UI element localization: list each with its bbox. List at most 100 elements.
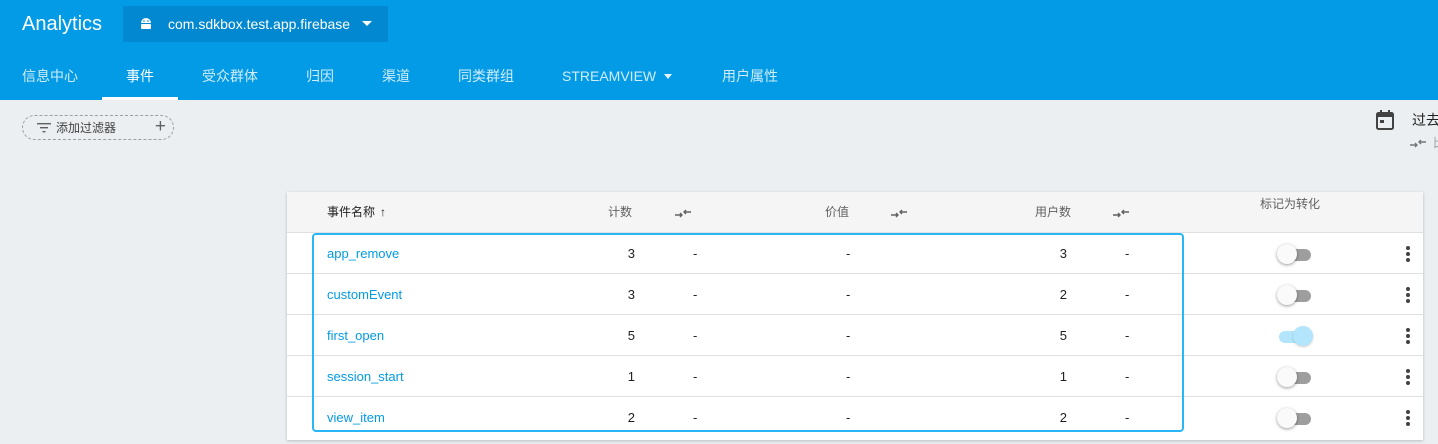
- more-vert-icon[interactable]: [1403, 287, 1413, 305]
- more-dot: [1406, 375, 1410, 379]
- event-name-link[interactable]: session_start: [327, 356, 404, 397]
- tab-user-properties[interactable]: 用户属性: [722, 52, 778, 100]
- add-filter-label: 添加过滤器: [56, 121, 117, 135]
- more-dot: [1406, 258, 1410, 262]
- compare-icon: [1113, 206, 1129, 224]
- active-tab-indicator: [102, 97, 178, 100]
- app-selector-label: com.sdkbox.test.app.firebase: [168, 16, 351, 32]
- compare-icon: [675, 206, 691, 224]
- event-users-compare: -: [1125, 328, 1130, 343]
- more-dot: [1406, 287, 1410, 291]
- event-users: 1: [1059, 369, 1067, 384]
- more-vert-icon[interactable]: [1403, 246, 1413, 264]
- dropdown-caret-icon: [362, 21, 372, 26]
- tab-streamview[interactable]: STREAMVIEW: [562, 52, 673, 100]
- event-users: 2: [1059, 287, 1067, 302]
- event-count: 3: [627, 287, 635, 302]
- event-name-link[interactable]: customEvent: [327, 274, 402, 315]
- column-header-value[interactable]: 价值: [825, 192, 849, 233]
- table-header: 事件名称 ↑ 计数 价值 用户数 标记为转化: [287, 192, 1423, 233]
- event-users-compare: -: [1125, 246, 1130, 261]
- more-dot: [1406, 340, 1410, 344]
- event-users: 3: [1059, 246, 1067, 261]
- event-name-link[interactable]: first_open: [327, 315, 384, 356]
- tab-audiences[interactable]: 受众群体: [202, 52, 258, 100]
- event-value: -: [846, 410, 851, 425]
- event-value: -: [846, 328, 851, 343]
- conversion-toggle[interactable]: [1277, 285, 1313, 305]
- more-dot: [1406, 252, 1410, 256]
- event-count-compare: -: [693, 328, 698, 343]
- tab-attribution[interactable]: 归因: [306, 52, 334, 100]
- event-value: -: [846, 287, 851, 302]
- table-row: customEvent 3 - - 2 -: [287, 274, 1423, 315]
- event-count-compare: -: [693, 369, 698, 384]
- event-count-compare: -: [693, 246, 698, 261]
- calendar-icon: [1376, 110, 1394, 135]
- toggle-knob: [1277, 408, 1297, 428]
- event-count-compare: -: [693, 287, 698, 302]
- dropdown-caret-icon: [664, 74, 673, 79]
- compare-icon: [1410, 136, 1426, 152]
- event-users-compare: -: [1125, 287, 1130, 302]
- tab-streamview-label: STREAMVIEW: [562, 68, 657, 84]
- column-header-conversion: 标记为转化: [1260, 197, 1321, 211]
- events-table: 事件名称 ↑ 计数 价值 用户数 标记为转化 app_remove 3 - - 3…: [287, 192, 1423, 440]
- event-count-compare: -: [693, 410, 698, 425]
- more-dot: [1406, 381, 1410, 385]
- event-value: -: [846, 369, 851, 384]
- table-row: session_start 1 - - 1 -: [287, 356, 1423, 397]
- more-vert-icon[interactable]: [1403, 328, 1413, 346]
- event-users-compare: -: [1125, 410, 1130, 425]
- column-header-event-name-label: 事件名称: [327, 205, 376, 219]
- android-icon: [139, 17, 161, 31]
- more-dot: [1406, 369, 1410, 373]
- event-users-compare: -: [1125, 369, 1130, 384]
- tab-cohorts[interactable]: 同类群组: [458, 52, 514, 100]
- column-header-users[interactable]: 用户数: [1035, 192, 1071, 233]
- more-vert-icon[interactable]: [1403, 410, 1413, 428]
- event-users: 5: [1059, 328, 1067, 343]
- more-dot: [1406, 422, 1410, 426]
- more-dot: [1406, 334, 1410, 338]
- event-count: 1: [627, 369, 635, 384]
- app-selector[interactable]: com.sdkbox.test.app.firebase: [123, 6, 388, 42]
- brand-title: Analytics: [22, 13, 103, 35]
- event-count: 2: [627, 410, 635, 425]
- date-range-label: 过去: [1412, 112, 1438, 128]
- more-dot: [1406, 246, 1410, 250]
- conversion-toggle[interactable]: [1277, 326, 1313, 346]
- top-app-bar: Analytics com.sdkbox.test.app.firebase 信…: [0, 0, 1438, 100]
- compare-icon: [891, 206, 907, 224]
- tab-events[interactable]: 事件: [126, 52, 154, 100]
- table-row: first_open 5 - - 5 -: [287, 315, 1423, 356]
- event-name-link[interactable]: view_item: [327, 397, 385, 438]
- plus-icon: +: [154, 116, 166, 137]
- date-range-selector[interactable]: 过去 比: [1376, 110, 1438, 152]
- conversion-toggle[interactable]: [1277, 244, 1313, 264]
- column-header-event-name[interactable]: 事件名称 ↑: [327, 192, 386, 233]
- table-row: view_item 2 - - 2 -: [287, 397, 1423, 438]
- nav-tabs: 信息中心 事件 受众群体 归因 渠道 同类群组 STREAMVIEW 用户属性: [0, 52, 1438, 100]
- more-dot: [1406, 328, 1410, 332]
- event-count: 5: [627, 328, 635, 343]
- event-users: 2: [1059, 410, 1067, 425]
- add-filter-button[interactable]: 添加过滤器 +: [22, 115, 174, 140]
- event-value: -: [846, 246, 851, 261]
- more-vert-icon[interactable]: [1403, 369, 1413, 387]
- sort-arrow-icon: ↑: [380, 205, 387, 219]
- column-header-count[interactable]: 计数: [608, 192, 632, 233]
- event-name-link[interactable]: app_remove: [327, 233, 399, 274]
- more-dot: [1406, 416, 1410, 420]
- toggle-knob: [1277, 285, 1297, 305]
- toggle-knob: [1277, 244, 1297, 264]
- conversion-toggle[interactable]: [1277, 367, 1313, 387]
- tab-channels[interactable]: 渠道: [382, 52, 410, 100]
- conversion-toggle[interactable]: [1277, 408, 1313, 428]
- toggle-knob: [1277, 367, 1297, 387]
- more-dot: [1406, 293, 1410, 297]
- toggle-knob: [1293, 326, 1313, 346]
- tab-dashboard[interactable]: 信息中心: [22, 52, 78, 100]
- compare-label: 比: [1433, 134, 1438, 151]
- more-dot: [1406, 299, 1410, 303]
